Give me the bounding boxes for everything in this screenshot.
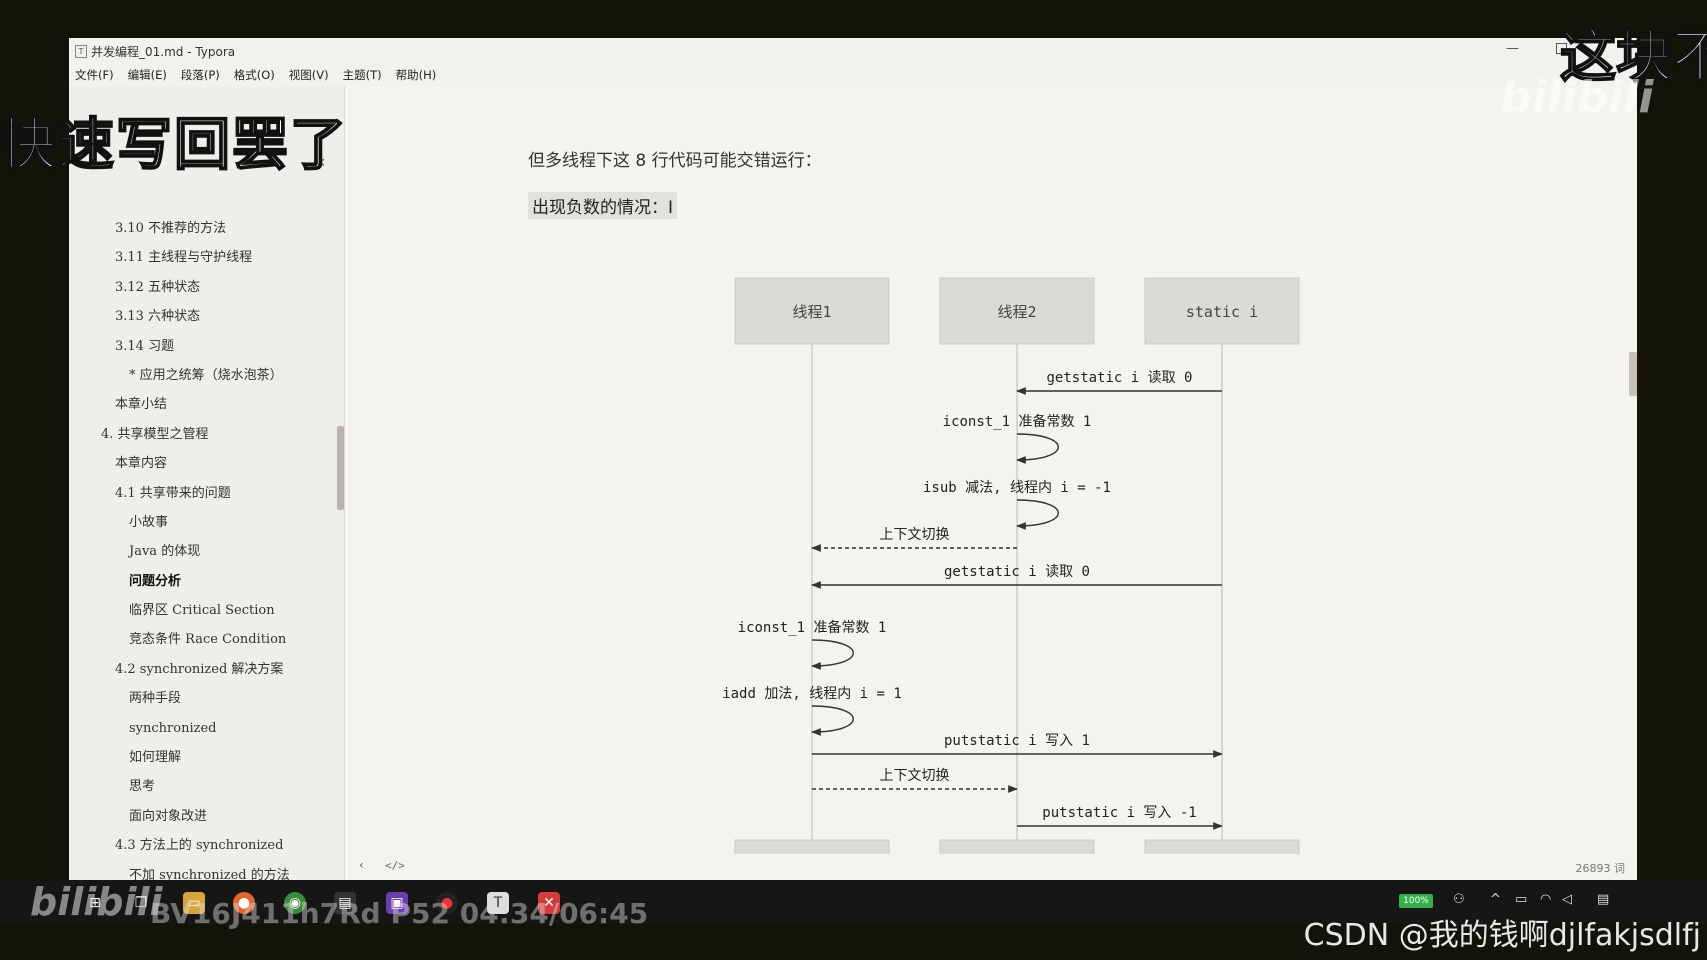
menu-item-1[interactable]: 编辑(E) bbox=[128, 64, 167, 86]
outline-item[interactable]: 4. 共享模型之管程 bbox=[69, 420, 344, 449]
typora-app-icon: T bbox=[75, 45, 87, 58]
participant-box bbox=[939, 839, 1095, 854]
sidebar-scrollbar[interactable] bbox=[337, 426, 344, 510]
message-label: 上下文切换 bbox=[880, 767, 950, 784]
outline-item[interactable]: Java 的体现 bbox=[69, 537, 344, 566]
menu-item-3[interactable]: 格式(O) bbox=[234, 64, 275, 86]
message-label: getstatic i 读取 0 bbox=[944, 563, 1090, 580]
outline-item[interactable]: 3.14 习题 bbox=[69, 332, 344, 361]
message-label: putstatic i 写入 -1 bbox=[1042, 805, 1196, 821]
outline-item[interactable]: 如何理解 bbox=[69, 743, 344, 772]
battery-indicator[interactable]: 100% bbox=[1399, 894, 1433, 908]
message-label: iconst_1 准备常数 1 bbox=[738, 619, 887, 636]
outline-item[interactable]: 3.13 六种状态 bbox=[69, 302, 344, 331]
participant-box bbox=[1144, 839, 1300, 854]
network-icon[interactable]: ▭ bbox=[1515, 892, 1527, 907]
word-count[interactable]: 26893 词 bbox=[1576, 860, 1626, 876]
people-icon[interactable]: ⚇ bbox=[1453, 892, 1465, 907]
participant-label: 线程1 bbox=[792, 303, 831, 321]
outline-item[interactable]: 本章小结 bbox=[69, 390, 344, 419]
menu-item-5[interactable]: 主题(T) bbox=[343, 64, 382, 86]
self-message-arrow bbox=[1016, 499, 1059, 530]
bilibili-watermark-top: bilibili bbox=[1500, 72, 1654, 123]
outline-item[interactable]: 问题分析 bbox=[69, 567, 344, 596]
participant-label: static i bbox=[1186, 303, 1258, 321]
message-label: iadd 加法, 线程内 i = 1 bbox=[722, 686, 902, 702]
self-message-arrow bbox=[811, 705, 854, 736]
message-label: 上下文切换 bbox=[880, 526, 950, 543]
outline-sidebar: ✕ 3.10 不推荐的方法 3.11 主线程与守护线程 3.12 五种状态 3.13 … bbox=[69, 86, 345, 880]
csdn-watermark: CSDN @我的钱啊djlfakjsdlfj bbox=[1303, 918, 1701, 953]
volume-icon[interactable]: ◁ bbox=[1562, 892, 1572, 907]
outline-item[interactable]: 3.12 五种状态 bbox=[69, 273, 344, 302]
outline-item[interactable]: 本章内容 bbox=[69, 449, 344, 478]
chevron-up-icon[interactable]: ^ bbox=[1490, 892, 1501, 907]
minimize-icon[interactable]: — bbox=[1506, 41, 1519, 56]
status-bar: ‹ </> 26893 词 bbox=[345, 854, 1637, 880]
bilibili-logo: bilibili bbox=[30, 880, 163, 924]
outline-item[interactable]: 不加 synchronized 的方法 bbox=[69, 861, 344, 880]
menu-item-0[interactable]: 文件(F) bbox=[75, 64, 114, 86]
message-label: iconst_1 准备常数 1 bbox=[943, 413, 1092, 430]
chevron-left-icon[interactable]: ‹ bbox=[359, 858, 364, 872]
source-mode-icon[interactable]: </> bbox=[385, 859, 405, 872]
wifi-icon[interactable]: ◠ bbox=[1540, 892, 1551, 907]
outline-item[interactable]: 3.10 不推荐的方法 bbox=[69, 214, 344, 243]
video-subtitle-left: 快速写回罢了 bbox=[0, 112, 348, 179]
message-label: putstatic i 写入 1 bbox=[944, 733, 1090, 749]
window-title: 并发编程_01.md - Typora bbox=[91, 45, 236, 59]
outline-item[interactable]: 临界区 Critical Section bbox=[69, 596, 344, 625]
outline-item[interactable]: * 应用之统筹（烧水泡茶） bbox=[69, 361, 344, 390]
video-border bbox=[1637, 0, 1707, 960]
participant-box bbox=[734, 839, 890, 854]
message-label: getstatic i 读取 0 bbox=[1046, 369, 1192, 386]
outline-item[interactable]: 4.2 synchronized 解决方案 bbox=[69, 655, 344, 684]
outline-item[interactable]: 3.11 主线程与守护线程 bbox=[69, 243, 344, 272]
outline-item[interactable]: 面向对象改进 bbox=[69, 802, 344, 831]
outline-item[interactable]: 4.1 共享带来的问题 bbox=[69, 479, 344, 508]
notification-icon[interactable]: ▤ bbox=[1597, 892, 1609, 907]
outline-item[interactable]: 竞态条件 Race Condition bbox=[69, 625, 344, 654]
outline-item[interactable]: 思考 bbox=[69, 772, 344, 801]
title-bar: T 并发编程_01.md - Typora — bbox=[69, 38, 1637, 64]
outline-item[interactable]: synchronized bbox=[69, 714, 344, 743]
editor-area[interactable]: 但多线程下这 8 行代码可能交错运行： 出现负数的情况：I 线程1线程1线程2线… bbox=[345, 86, 1637, 854]
outline-item[interactable]: 两种手段 bbox=[69, 684, 344, 713]
menu-item-4[interactable]: 视图(V) bbox=[289, 64, 329, 86]
menu-bar: 文件(F) 编辑(E) 段落(P) 格式(O) 视图(V) 主题(T) 帮助(H) bbox=[69, 64, 1637, 86]
menu-item-2[interactable]: 段落(P) bbox=[181, 64, 220, 86]
editor-scrollbar[interactable] bbox=[1629, 352, 1637, 396]
outline-list: 3.10 不推荐的方法 3.11 主线程与守护线程 3.12 五种状态 3.13 六种… bbox=[69, 214, 344, 880]
outline-item[interactable]: 4.3 方法上的 synchronized bbox=[69, 831, 344, 860]
video-id-timestamp: BV16J411h7Rd P52 04:34/06:45 bbox=[150, 897, 649, 930]
outline-item[interactable]: 小故事 bbox=[69, 508, 344, 537]
sequence-diagram: 线程1线程1线程2线程2static istatic igetstatic i … bbox=[722, 277, 1300, 854]
self-message-arrow bbox=[1016, 433, 1059, 464]
self-message-arrow bbox=[811, 639, 854, 670]
message-label: isub 减法, 线程内 i = -1 bbox=[923, 480, 1111, 496]
menu-item-6[interactable]: 帮助(H) bbox=[396, 64, 437, 86]
participant-label: 线程2 bbox=[997, 303, 1036, 321]
